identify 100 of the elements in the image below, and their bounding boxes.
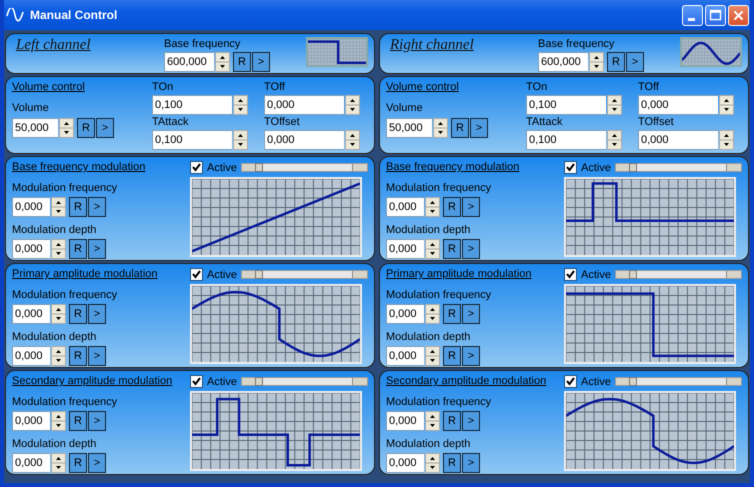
spin-buttons[interactable] (345, 130, 360, 150)
reset-button[interactable]: R (443, 197, 461, 217)
number-field[interactable]: 50,000 (12, 118, 58, 138)
slider-thumb[interactable] (629, 377, 638, 386)
spin-buttons[interactable] (345, 95, 360, 115)
minimize-button[interactable] (682, 4, 703, 26)
scroll-button[interactable] (616, 378, 631, 385)
number-field[interactable]: 0,000 (386, 239, 424, 259)
reset-button[interactable]: R (69, 411, 87, 431)
apply-button[interactable]: > (88, 453, 106, 473)
spin-buttons[interactable] (51, 346, 66, 366)
number-field[interactable]: 0,000 (12, 304, 50, 324)
checkbox[interactable] (190, 375, 203, 388)
number-field[interactable]: 600,000 (164, 52, 214, 72)
number-field[interactable]: 0,000 (12, 197, 50, 217)
spin-buttons[interactable] (425, 346, 440, 366)
apply-button[interactable]: > (462, 346, 480, 366)
checkbox[interactable] (190, 268, 203, 281)
apply-button[interactable]: > (462, 239, 480, 259)
apply-button[interactable]: > (252, 52, 270, 72)
slider-thumb[interactable] (629, 270, 638, 279)
spin-buttons[interactable] (59, 118, 74, 138)
number-field[interactable]: 0,000 (386, 197, 424, 217)
scroll-button[interactable] (616, 271, 631, 278)
spin-buttons[interactable] (51, 411, 66, 431)
apply-button[interactable]: > (88, 239, 106, 259)
number-field[interactable]: 0,000 (264, 130, 344, 150)
apply-button[interactable]: > (462, 197, 480, 217)
reset-button[interactable]: R (443, 411, 461, 431)
slider-thumb[interactable] (255, 163, 264, 172)
number-field[interactable]: 0,000 (386, 453, 424, 473)
apply-button[interactable]: > (470, 118, 488, 138)
number-field[interactable]: 0,000 (638, 130, 718, 150)
reset-button[interactable]: R (69, 453, 87, 473)
reset-button[interactable]: R (233, 52, 251, 72)
checkbox[interactable] (564, 375, 577, 388)
number-field[interactable]: 0,000 (264, 95, 344, 115)
slider[interactable] (614, 377, 742, 386)
scroll-button[interactable] (242, 164, 257, 171)
scroll-button[interactable] (242, 378, 257, 385)
spin-buttons[interactable] (425, 197, 440, 217)
spin-buttons[interactable] (51, 453, 66, 473)
apply-button[interactable]: > (462, 411, 480, 431)
spin-buttons[interactable] (589, 52, 604, 72)
number-field[interactable]: 50,000 (386, 118, 432, 138)
scroll-button[interactable] (242, 271, 257, 278)
reset-button[interactable]: R (69, 346, 87, 366)
apply-button[interactable]: > (88, 304, 106, 324)
reset-button[interactable]: R (443, 304, 461, 324)
slider-thumb[interactable] (255, 270, 264, 279)
spin-buttons[interactable] (433, 118, 448, 138)
slider[interactable] (240, 270, 368, 279)
apply-button[interactable]: > (626, 52, 644, 72)
reset-button[interactable]: R (451, 118, 469, 138)
spin-buttons[interactable] (233, 95, 248, 115)
apply-button[interactable]: > (88, 411, 106, 431)
slider-thumb[interactable] (629, 163, 638, 172)
spin-buttons[interactable] (425, 239, 440, 259)
number-field[interactable]: 0,100 (526, 95, 606, 115)
reset-button[interactable]: R (77, 118, 95, 138)
number-field[interactable]: 0,000 (12, 239, 50, 259)
reset-button[interactable]: R (607, 52, 625, 72)
spin-buttons[interactable] (719, 130, 734, 150)
number-field[interactable]: 0,000 (386, 411, 424, 431)
reset-button[interactable]: R (69, 197, 87, 217)
apply-button[interactable]: > (88, 346, 106, 366)
spin-buttons[interactable] (425, 453, 440, 473)
spin-buttons[interactable] (51, 304, 66, 324)
apply-button[interactable]: > (88, 197, 106, 217)
number-field[interactable]: 0,000 (638, 95, 718, 115)
slider[interactable] (240, 377, 368, 386)
number-field[interactable]: 0,000 (12, 453, 50, 473)
close-button[interactable] (728, 4, 749, 26)
number-field[interactable]: 0,000 (386, 346, 424, 366)
scroll-button[interactable] (616, 164, 631, 171)
spin-buttons[interactable] (51, 197, 66, 217)
number-field[interactable]: 0,000 (12, 411, 50, 431)
slider[interactable] (614, 163, 742, 172)
reset-button[interactable]: R (69, 239, 87, 259)
apply-button[interactable]: > (462, 453, 480, 473)
number-field[interactable]: 0,100 (152, 130, 232, 150)
number-field[interactable]: 0,100 (152, 95, 232, 115)
reset-button[interactable]: R (443, 239, 461, 259)
spin-buttons[interactable] (607, 95, 622, 115)
spin-buttons[interactable] (215, 52, 230, 72)
reset-button[interactable]: R (443, 453, 461, 473)
checkbox[interactable] (564, 161, 577, 174)
slider[interactable] (614, 270, 742, 279)
reset-button[interactable]: R (69, 304, 87, 324)
apply-button[interactable]: > (96, 118, 114, 138)
spin-buttons[interactable] (607, 130, 622, 150)
apply-button[interactable]: > (462, 304, 480, 324)
number-field[interactable]: 0,000 (386, 304, 424, 324)
spin-buttons[interactable] (425, 411, 440, 431)
checkbox[interactable] (564, 268, 577, 281)
checkbox[interactable] (190, 161, 203, 174)
reset-button[interactable]: R (443, 346, 461, 366)
number-field[interactable]: 600,000 (538, 52, 588, 72)
number-field[interactable]: 0,100 (526, 130, 606, 150)
spin-buttons[interactable] (51, 239, 66, 259)
